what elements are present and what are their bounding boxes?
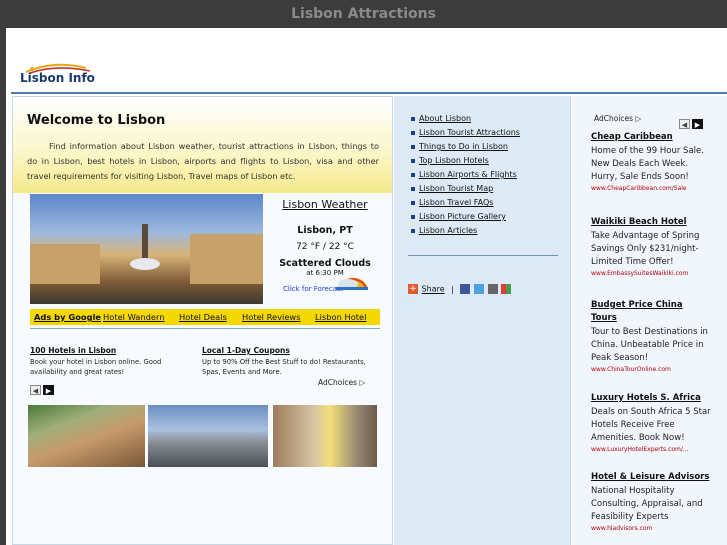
adchoices-label: AdChoices: [318, 378, 358, 387]
adchoices-label: AdChoices: [594, 114, 634, 123]
side-ad-url[interactable]: www.hladvisors.com: [591, 525, 711, 532]
adchoices[interactable]: AdChoices ▷: [318, 378, 365, 387]
lisbon-square-photo: [30, 194, 263, 304]
ad-nav-arrows: ◀ ▶: [679, 112, 705, 131]
partly-cloudy-icon: [336, 277, 368, 290]
window-title: Lisbon Attractions: [0, 0, 727, 28]
bullet-icon: [411, 214, 415, 219]
text-ad-desc: Book your hotel in Lisbon online. Good a…: [30, 358, 162, 376]
thumbnail-tram-street[interactable]: [273, 405, 377, 467]
section-divider: [30, 328, 380, 329]
share-separator: |: [451, 284, 454, 294]
weather-widget: Lisbon Weather Lisbon, PT 72 °F / 22 °C …: [270, 194, 380, 304]
side-ad[interactable]: Cheap Caribbean Home of the 99 Hour Sale…: [591, 131, 711, 192]
side-ad-title[interactable]: Waikiki Beach Hotel: [591, 216, 711, 229]
side-ad-title[interactable]: Cheap Caribbean: [591, 131, 711, 144]
chevron-left-icon[interactable]: ◀: [30, 385, 41, 395]
text-ad[interactable]: 100 Hotels in Lisbon Book your hotel in …: [30, 346, 200, 377]
bullet-icon: [411, 144, 415, 149]
page: Lisbon Info Welcome to Lisbon Find infor…: [6, 28, 727, 545]
side-ad-url[interactable]: www.EmbassySuitesWaikiki.com: [591, 270, 711, 277]
bullet-icon: [411, 116, 415, 121]
facebook-icon[interactable]: [460, 284, 471, 294]
right-ads-column: AdChoices ▷ ◀ ▶ Cheap Caribbean Home of t…: [572, 96, 727, 545]
ad-link[interactable]: Hotel Deals: [179, 309, 227, 325]
logo-text: Lisbon Info: [20, 71, 95, 85]
photo-thumbnails: [28, 405, 380, 467]
nav-link[interactable]: Top Lisbon Hotels: [411, 154, 520, 168]
nav-link[interactable]: About Lisbon: [411, 112, 520, 126]
thumbnail-planetarium[interactable]: [148, 405, 268, 467]
bullet-icon: [411, 186, 415, 191]
nav-link[interactable]: Lisbon Tourist Attractions: [411, 126, 520, 140]
chevron-right-icon[interactable]: ▶: [43, 385, 54, 395]
nav-link[interactable]: Things to Do in Lisbon: [411, 140, 520, 154]
welcome-box: Welcome to Lisbon Find information about…: [13, 97, 392, 193]
nav-link[interactable]: Lisbon Travel FAQs: [411, 196, 520, 210]
bullet-icon: [411, 228, 415, 233]
print-icon[interactable]: [487, 284, 498, 294]
ads-by-google[interactable]: Ads by Google: [34, 309, 101, 325]
text-ad-title[interactable]: 100 Hotels in Lisbon: [30, 346, 200, 356]
side-ad-desc: National Hospitality Consulting, Apprais…: [591, 486, 703, 522]
nav-column: About Lisbon Lisbon Tourist Attractions …: [394, 96, 571, 545]
photo-building: [190, 234, 263, 284]
nav-link[interactable]: Lisbon Airports & Flights: [411, 168, 520, 182]
side-ad-title[interactable]: Hotel & Leisure Advisors: [591, 471, 711, 484]
side-ad-desc: Home of the 99 Hour Sale. New Deals Each…: [591, 146, 704, 182]
share-link[interactable]: Share: [422, 285, 445, 294]
weather-city: Lisbon, PT: [297, 225, 353, 236]
side-ad-url[interactable]: www.CheapCaribbean.com/Sale: [591, 185, 711, 192]
side-ad-desc: Deals on South Africa 5 Star Hotels Rece…: [591, 407, 711, 443]
adchoices[interactable]: AdChoices ▷: [594, 114, 641, 123]
adchoices-icon: ▷: [635, 114, 642, 123]
side-ad-title[interactable]: Luxury Hotels S. Africa: [591, 392, 711, 405]
side-ad-url[interactable]: www.LuxuryHotelExperts.com/...: [591, 446, 711, 453]
bullet-icon: [411, 172, 415, 177]
text-ad-desc: Up to 90% Off the Best Stuff to do! Rest…: [202, 358, 366, 376]
weather-title-link[interactable]: Lisbon Weather: [270, 198, 380, 211]
main-column: Welcome to Lisbon Find information about…: [12, 96, 393, 545]
nav-link[interactable]: Lisbon Articles: [411, 224, 520, 238]
site-nav: About Lisbon Lisbon Tourist Attractions …: [411, 112, 520, 238]
nav-link[interactable]: Lisbon Picture Gallery: [411, 210, 520, 224]
ad-link[interactable]: Hotel Reviews: [242, 309, 301, 325]
side-ad[interactable]: Waikiki Beach Hotel Take Advantage of Sp…: [591, 216, 711, 277]
side-ad[interactable]: Luxury Hotels S. Africa Deals on South A…: [591, 392, 711, 453]
adchoices-icon: ▷: [359, 378, 366, 387]
bullet-icon: [411, 158, 415, 163]
chevron-left-icon[interactable]: ◀: [679, 119, 690, 129]
share-plus-icon[interactable]: +: [408, 284, 418, 294]
header: Lisbon Info: [6, 28, 727, 94]
photo-building: [30, 244, 100, 284]
text-ad[interactable]: Local 1-Day Coupons Up to 90% Off the Be…: [202, 346, 372, 377]
twitter-icon[interactable]: [473, 284, 484, 294]
side-ad-title[interactable]: Budget Price China Tours: [591, 299, 711, 325]
welcome-heading: Welcome to Lisbon: [27, 113, 166, 128]
chevron-right-icon[interactable]: ▶: [692, 119, 703, 129]
text-ad-title[interactable]: Local 1-Day Coupons: [202, 346, 372, 356]
photo-fountain: [130, 258, 160, 270]
nav-link[interactable]: Lisbon Tourist Map: [411, 182, 520, 196]
side-ad-url[interactable]: www.ChinaTourOnline.com: [591, 366, 711, 373]
ad-link[interactable]: Hotel Wandern: [103, 309, 165, 325]
nav-divider: [408, 255, 558, 256]
ad-nav-arrows: ◀ ▶: [30, 378, 56, 397]
more-share-icon[interactable]: [501, 284, 512, 294]
side-ad-desc: Take Advantage of Spring Savings Only $2…: [591, 231, 700, 267]
welcome-text: Find information about Lisbon weather, t…: [27, 141, 379, 181]
bullet-icon: [411, 130, 415, 135]
share-bar: + Share |: [408, 284, 512, 294]
content: Welcome to Lisbon Find information about…: [12, 96, 727, 545]
side-ad[interactable]: Budget Price China Tours Tour to Best De…: [591, 299, 711, 373]
weather-temp: 72 °F / 22 °C: [296, 242, 354, 252]
side-ad-desc: Tour to Best Destinations in China. Unbe…: [591, 327, 708, 363]
thumbnail-hillside-resort[interactable]: [28, 405, 145, 467]
ad-link-bar: Ads by Google Hotel Wandern Hotel Deals …: [30, 309, 380, 325]
header-divider: [11, 92, 727, 94]
bullet-icon: [411, 200, 415, 205]
ad-link[interactable]: Lisbon Hotel: [315, 309, 366, 325]
logo[interactable]: Lisbon Info: [18, 62, 98, 92]
side-ad[interactable]: Hotel & Leisure Advisors National Hospit…: [591, 471, 711, 532]
